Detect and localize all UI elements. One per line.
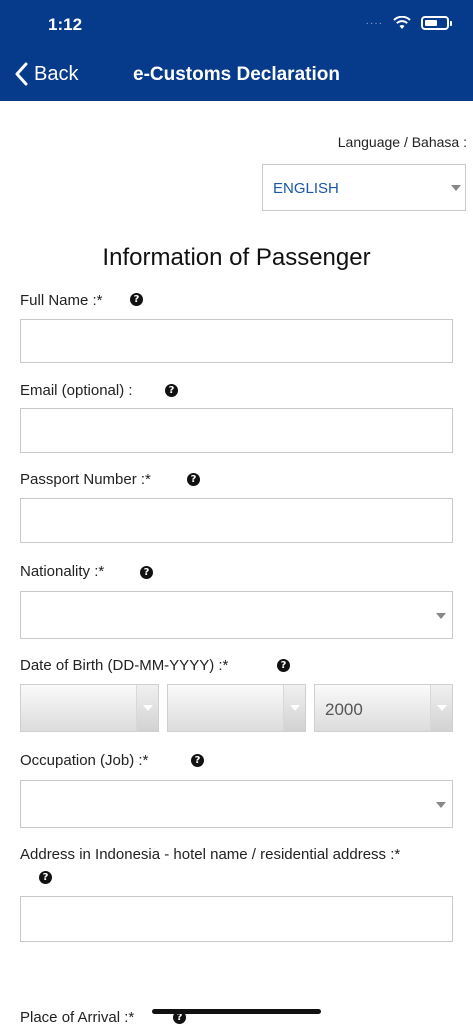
help-icon[interactable]: ?	[130, 293, 143, 306]
help-icon[interactable]: ?	[191, 754, 204, 767]
app-header: 1:12 ···· Back e-Customs Declaration	[0, 0, 473, 101]
email-field[interactable]	[20, 408, 453, 453]
help-icon[interactable]: ?	[277, 659, 290, 672]
section-title: Information of Passenger	[102, 244, 371, 271]
language-selected-value: ENGLISH	[273, 180, 339, 197]
help-icon[interactable]: ?	[140, 566, 153, 579]
dob-label: Date of Birth (DD-MM-YYYY) :*	[20, 657, 229, 674]
language-label: Language / Bahasa :	[337, 134, 467, 150]
dob-day-dropdown-button[interactable]	[136, 685, 158, 731]
battery-icon	[421, 16, 452, 30]
occupation-select[interactable]	[20, 780, 453, 828]
nationality-label: Nationality :*	[20, 563, 105, 580]
arrival-label: Place of Arrival :*	[20, 1009, 135, 1024]
language-select[interactable]: ENGLISH	[262, 164, 466, 211]
cellular-signal-icon: ····	[365, 17, 383, 29]
dob-year-dropdown-button[interactable]	[430, 685, 452, 731]
address-label: Address in Indonesia - hotel name / resi…	[20, 846, 401, 863]
full-name-field[interactable]	[20, 319, 453, 363]
status-time: 1:12	[48, 15, 83, 34]
dob-year-value: 2000	[325, 700, 363, 719]
email-label: Email (optional) :	[20, 382, 133, 399]
occupation-label: Occupation (Job) :*	[20, 752, 149, 769]
address-field[interactable]	[20, 896, 453, 942]
chevron-down-icon	[436, 802, 446, 808]
help-icon[interactable]: ?	[39, 871, 52, 884]
chevron-down-icon	[451, 185, 461, 191]
full-name-label: Full Name :*	[20, 292, 103, 309]
status-icons: ····	[365, 16, 452, 30]
help-icon[interactable]: ?	[165, 384, 178, 397]
home-indicator[interactable]	[152, 1009, 321, 1014]
chevron-down-icon	[437, 705, 447, 711]
help-icon[interactable]: ?	[187, 473, 200, 486]
chevron-down-icon	[143, 705, 153, 711]
dob-day-select[interactable]	[20, 684, 159, 732]
passport-label: Passport Number :*	[20, 471, 151, 488]
nationality-select[interactable]	[20, 591, 453, 639]
wifi-icon	[393, 16, 411, 29]
page-title: e-Customs Declaration	[133, 64, 340, 85]
chevron-down-icon	[436, 613, 446, 619]
dob-month-dropdown-button[interactable]	[283, 685, 305, 731]
dob-month-select[interactable]	[167, 684, 306, 732]
dob-year-select[interactable]: 2000	[314, 684, 453, 732]
chevron-down-icon	[290, 705, 300, 711]
passport-number-field[interactable]	[20, 498, 453, 543]
